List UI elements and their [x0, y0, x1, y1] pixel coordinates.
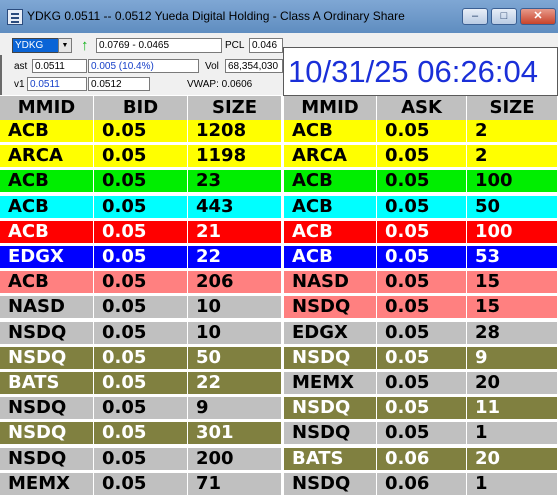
ask-mmid-cell: NSDQ — [284, 346, 377, 370]
ask-size-cell: 50 — [467, 195, 558, 219]
symbol-dropdown-button[interactable]: ▼ — [58, 38, 72, 53]
header-bid-size[interactable]: SIZE — [188, 96, 282, 120]
ask-price-cell: 0.05 — [377, 120, 467, 143]
ask-mmid-cell: ARCA — [284, 145, 377, 169]
last-price-field: 0.0511 — [32, 59, 87, 73]
ask-mmid-cell: ACB — [284, 246, 377, 269]
minimize-button[interactable]: – — [462, 8, 488, 25]
up-arrow-icon: ↑ — [81, 37, 89, 54]
ask-row[interactable]: ARCA 0.05 2 — [0, 145, 558, 169]
ask-mmid-cell: ACB — [284, 170, 377, 194]
ask-mmid-cell: NSDQ — [284, 296, 377, 320]
header-ask-price[interactable]: ASK — [377, 96, 467, 120]
ask-price-field: 0.0512 — [88, 77, 150, 91]
ask-row[interactable]: NSDQ 0.06 1 — [0, 472, 558, 496]
ask-mmid-cell: NSDQ — [284, 422, 377, 446]
window-title: YDKG 0.0511 -- 0.0512 Yueda Digital Hold… — [27, 9, 405, 23]
ask-price-cell: 0.05 — [377, 296, 467, 320]
header-bid-mmid[interactable]: MMID — [0, 96, 94, 120]
ask-price-cell: 0.05 — [377, 145, 467, 169]
ask-size-cell: 15 — [467, 296, 558, 320]
ask-row[interactable]: BATS 0.06 20 — [0, 447, 558, 471]
ask-mmid-cell: NASD — [284, 271, 377, 295]
pcl-value: 0.046 — [249, 38, 283, 53]
ask-mmid-cell: NSDQ — [284, 397, 377, 421]
close-button[interactable]: ✕ — [520, 8, 556, 25]
ask-price-cell: 0.06 — [377, 447, 467, 471]
ask-size-cell: 100 — [467, 170, 558, 194]
vwap-label: VWAP: 0.0606 — [187, 79, 253, 90]
ask-size-cell: 20 — [467, 372, 558, 395]
ask-price-cell: 0.05 — [377, 170, 467, 194]
ask-price-cell: 0.06 — [377, 472, 467, 496]
ask-size-cell: 1 — [467, 472, 558, 496]
volume-label: Vol — [205, 61, 219, 72]
left-edge-divider — [0, 55, 2, 95]
volume-field: 68,354,030 — [225, 59, 283, 73]
ask-size-cell: 1 — [467, 422, 558, 446]
ask-row[interactable]: NSDQ 0.05 15 — [0, 296, 558, 320]
ask-mmid-cell: BATS — [284, 447, 377, 471]
ask-size-cell: 53 — [467, 246, 558, 269]
level2-grid: MMID BID SIZE MMID ASK SIZE ACB 0.05 1208 A… — [0, 96, 558, 498]
ask-row[interactable]: ACB 0.05 53 — [0, 246, 558, 269]
chevron-down-icon: ▼ — [61, 42, 69, 49]
clock-display: 10/31/25 06:26:04 — [283, 47, 558, 96]
ask-mmid-cell: EDGX — [284, 321, 377, 345]
maximize-button[interactable]: □ — [491, 8, 517, 25]
ask-size-cell: 9 — [467, 346, 558, 370]
pcl-label: PCL — [225, 40, 245, 51]
change-field: 0.005 (10.4%) — [88, 59, 199, 73]
ask-size-cell: 20 — [467, 447, 558, 471]
ask-mmid-cell: ACB — [284, 195, 377, 219]
header-bid-price[interactable]: BID — [94, 96, 188, 120]
ask-price-cell: 0.05 — [377, 220, 467, 244]
ask-price-cell: 0.05 — [377, 246, 467, 269]
ask-price-cell: 0.05 — [377, 271, 467, 295]
bid-ask-divider — [282, 96, 284, 498]
ask-row[interactable]: NSDQ 0.05 1 — [0, 422, 558, 446]
ask-row[interactable]: MEMX 0.05 20 — [0, 372, 558, 395]
ask-mmid-cell: NSDQ — [284, 472, 377, 496]
ask-mmid-cell: ACB — [284, 220, 377, 244]
ask-mmid-cell: MEMX — [284, 372, 377, 395]
ask-row[interactable]: ACB 0.05 100 — [0, 220, 558, 244]
ask-row[interactable]: NSDQ 0.05 9 — [0, 346, 558, 370]
minimize-icon: – — [471, 10, 479, 22]
symbol-input[interactable]: YDKG — [12, 38, 59, 53]
ask-row[interactable]: NASD 0.05 15 — [0, 271, 558, 295]
ask-price-cell: 0.05 — [377, 397, 467, 421]
close-icon: ✕ — [533, 10, 543, 22]
last-label: ast — [14, 61, 28, 72]
window-titlebar: YDKG 0.0511 -- 0.0512 Yueda Digital Hold… — [0, 0, 558, 33]
ask-mmid-cell: ACB — [284, 120, 377, 143]
ask-price-cell: 0.05 — [377, 372, 467, 395]
ask-row[interactable]: NSDQ 0.05 11 — [0, 397, 558, 421]
v1-label: v1 — [14, 79, 25, 90]
ask-size-cell: 2 — [467, 120, 558, 143]
ask-price-cell: 0.05 — [377, 422, 467, 446]
ask-price-cell: 0.05 — [377, 346, 467, 370]
ask-row[interactable]: ACB 0.05 100 — [0, 170, 558, 194]
ask-row[interactable]: ACB 0.05 2 — [0, 120, 558, 143]
ask-price-cell: 0.05 — [377, 321, 467, 345]
day-range-field: 0.0769 - 0.0465 — [96, 38, 222, 53]
ask-size-cell: 11 — [467, 397, 558, 421]
ask-size-cell: 100 — [467, 220, 558, 244]
ask-size-cell: 2 — [467, 145, 558, 169]
app-icon — [7, 9, 23, 25]
header-ask-size[interactable]: SIZE — [467, 96, 558, 120]
ask-row[interactable]: ACB 0.05 50 — [0, 195, 558, 219]
bid-price-field: 0.0511 — [27, 77, 87, 91]
ask-row[interactable]: EDGX 0.05 28 — [0, 321, 558, 345]
ask-size-cell: 28 — [467, 321, 558, 345]
ask-price-cell: 0.05 — [377, 195, 467, 219]
header-ask-mmid[interactable]: MMID — [284, 96, 377, 120]
maximize-icon: □ — [500, 10, 508, 22]
ask-size-cell: 15 — [467, 271, 558, 295]
